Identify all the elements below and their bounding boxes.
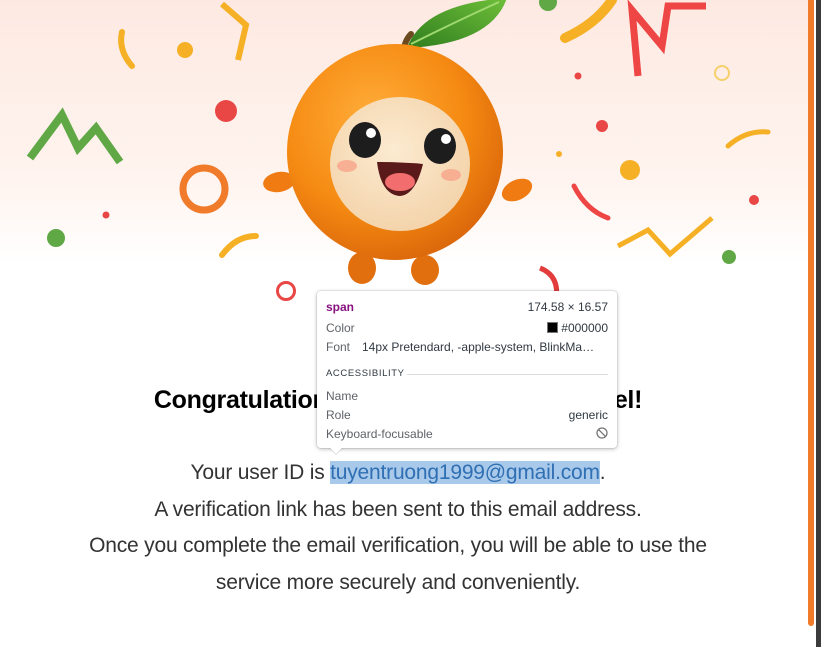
signup-complete-page: CongratulationsHotel! Your user ID is tu…: [0, 0, 808, 647]
tooltip-element-size: 174.58 × 16.57: [527, 300, 608, 314]
tooltip-role-value: generic: [568, 408, 608, 422]
circle-slash-icon: [596, 427, 608, 439]
window-edge: [816, 0, 821, 647]
verification-sent-line: A verification link has been sent to thi…: [154, 497, 642, 521]
color-swatch-icon: [547, 322, 559, 333]
tooltip-color-label: Color: [326, 321, 355, 335]
tooltip-color-row: Color #000000: [326, 321, 608, 337]
user-id-line: Your user ID is tuyentruong1999@gmail.co…: [0, 455, 796, 492]
tooltip-pointer: [329, 447, 343, 454]
tooltip-name-row: Name: [326, 389, 608, 405]
tooltip-font-row: Font 14px Pretendard, -apple-system, Bli…: [326, 340, 608, 356]
user-id-suffix: .: [599, 461, 606, 484]
verification-benefit-line-2: service more securely and conveniently.: [215, 570, 581, 594]
devtools-inspect-tooltip: span 174.58 × 16.57 Color #000000 Font 1…: [317, 291, 617, 454]
user-email-highlight[interactable]: tuyentruong1999@gmail.com: [330, 461, 600, 484]
tooltip-header: span 174.58 × 16.57: [326, 300, 608, 316]
user-id-prefix: Your user ID is: [190, 461, 331, 484]
tooltip-role-label: Role: [326, 408, 351, 422]
tooltip-font-label: Font: [326, 340, 351, 354]
tooltip-focusable-row: Keyboard-focusable: [326, 427, 608, 443]
page-title-start: Congratulations: [153, 386, 342, 414]
tooltip-color-value: #000000: [561, 321, 608, 335]
verification-benefit-line: Once you complete the email verification…: [89, 534, 707, 557]
tooltip-divider: [407, 374, 608, 375]
orange-mascot-illustration: [263, 0, 533, 285]
tooltip-accessibility-heading: ACCESSIBILITY: [326, 368, 405, 379]
tooltip-focusable-label: Keyboard-focusable: [326, 427, 433, 441]
tooltip-name-label: Name: [326, 389, 359, 403]
tooltip-font-value: 14px Pretendard, -apple-system, BlinkMa…: [362, 340, 595, 354]
scrollbar-thumb[interactable]: [808, 0, 814, 626]
verification-message: Your user ID is tuyentruong1999@gmail.co…: [0, 455, 796, 601]
tooltip-role-row: Role generic: [326, 408, 608, 424]
tooltip-tag-name: span: [326, 300, 355, 314]
